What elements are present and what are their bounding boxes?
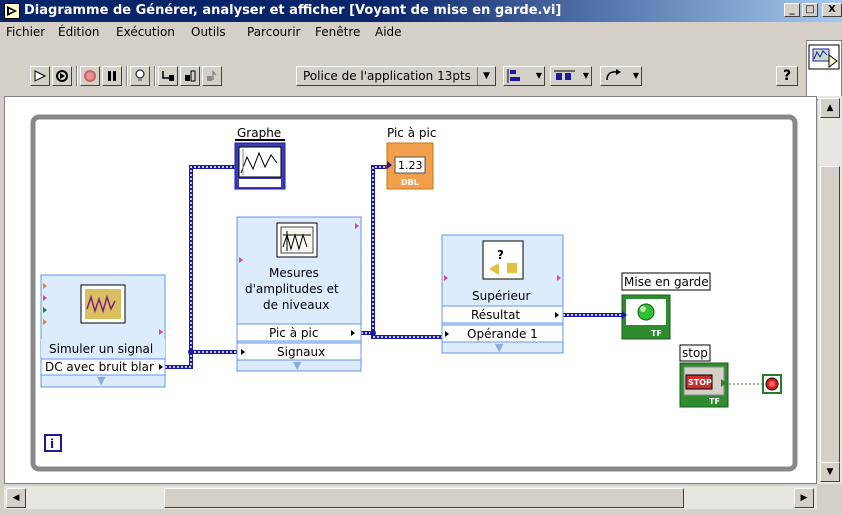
- step-out-icon: [207, 70, 217, 81]
- measure-title-2: d'amplitudes et: [245, 282, 339, 296]
- highlight-execution-button[interactable]: [130, 66, 150, 86]
- vi-icon: [808, 44, 840, 70]
- measure-out-pic: Pic à pic: [269, 326, 318, 340]
- menu-bar: Fichier Édition Exécution Outils Parcour…: [0, 22, 805, 42]
- pause-icon: [108, 71, 116, 81]
- step-into-icon: [162, 71, 174, 81]
- expand-handle: ▼: [97, 374, 106, 387]
- font-select-value: Police de l'application 13pts: [303, 69, 471, 83]
- run-continuously-icon: [56, 70, 68, 82]
- abort-button[interactable]: [80, 66, 100, 86]
- iteration-label: i: [50, 437, 54, 451]
- scroll-right-button[interactable]: ▶: [794, 488, 814, 508]
- align-objects-button[interactable]: ▼: [503, 66, 545, 86]
- distribute-objects-button[interactable]: ▼: [550, 66, 592, 86]
- title-bar[interactable]: Diagramme de Générer, analyser et affich…: [0, 0, 842, 22]
- block-diagram-canvas[interactable]: i Graphe Pic à pic 1.23 DBL Simuler un s…: [4, 96, 817, 484]
- graph-terminal[interactable]: [234, 142, 286, 190]
- chevron-down-icon: ▼: [632, 71, 639, 80]
- pic-a-pic-label: Pic à pic: [387, 126, 436, 140]
- greater-result: Résultat: [471, 308, 520, 322]
- run-continuously-button[interactable]: [52, 66, 72, 86]
- font-select[interactable]: Police de l'application 13pts ▼: [296, 66, 496, 86]
- chevron-down-icon: ▼: [535, 71, 542, 80]
- labview-icon: [4, 3, 20, 19]
- help-button[interactable]: ?: [776, 66, 798, 86]
- menu-parcourir[interactable]: Parcourir: [247, 25, 300, 39]
- scroll-left-button[interactable]: ◀: [6, 488, 26, 508]
- stop-button-text: STOP: [688, 378, 712, 387]
- expand-handle: ▼: [495, 341, 504, 354]
- simulate-title: Simuler un signal: [49, 342, 153, 356]
- minimize-button[interactable]: _: [784, 3, 800, 17]
- simulate-signal-express-vi[interactable]: Simuler un signal DC avec bruit blar ▼: [40, 274, 166, 388]
- menu-fenetre[interactable]: Fenêtre: [315, 25, 360, 39]
- scroll-down-button[interactable]: ▼: [820, 462, 840, 482]
- align-icon: [507, 69, 520, 83]
- vertical-scroll-thumb[interactable]: [820, 166, 840, 466]
- greater-than-express-vi[interactable]: ? Supérieur Résultat Opérande 1 ▼: [441, 234, 564, 354]
- loop-condition-terminal[interactable]: [762, 374, 782, 394]
- toolbar-separator: [76, 66, 78, 86]
- measure-title-1: Mesures: [269, 266, 319, 280]
- horizontal-scrollbar[interactable]: ◀ ▶: [4, 486, 817, 509]
- horizontal-scroll-thumb[interactable]: [164, 488, 684, 508]
- reorder-button[interactable]: ▼: [600, 66, 642, 86]
- chevron-down-icon: ▼: [582, 71, 589, 80]
- menu-edition[interactable]: Édition: [58, 25, 100, 39]
- scroll-up-button[interactable]: ▲: [820, 98, 840, 118]
- maximize-button[interactable]: □: [802, 3, 818, 17]
- pic-indicator-value: 1.23: [398, 159, 423, 172]
- window-title: Diagramme de Générer, analyser et affich…: [24, 3, 562, 18]
- menu-fichier[interactable]: Fichier: [6, 25, 45, 39]
- measure-title-3: de niveaux: [263, 298, 329, 312]
- alert-label: Mise en garde: [624, 275, 709, 289]
- chevron-down-icon: ▼: [477, 67, 495, 85]
- simulate-param: DC avec bruit blar: [45, 360, 154, 374]
- vertical-scrollbar[interactable]: ▲ ▼: [818, 96, 842, 484]
- help-icon: ?: [783, 68, 792, 84]
- distribute-icon: [554, 70, 575, 80]
- lightbulb-icon: [135, 69, 145, 81]
- block-diagram: i Graphe Pic à pic 1.23 DBL Simuler un s…: [30, 114, 798, 472]
- expand-handle: ▼: [293, 359, 302, 372]
- menu-aide[interactable]: Aide: [375, 25, 402, 39]
- pic-indicator-type: DBL: [401, 178, 419, 187]
- stop-type: TF: [709, 397, 720, 406]
- greater-operand: Opérande 1: [467, 327, 538, 341]
- menu-execution[interactable]: Exécution: [116, 25, 175, 39]
- svg-text:?: ?: [497, 248, 504, 262]
- alert-type: TF: [651, 329, 662, 338]
- pic-a-pic-indicator[interactable]: 1.23 DBL: [386, 142, 434, 190]
- vi-icon-pane[interactable]: [806, 40, 842, 100]
- step-into-button[interactable]: [158, 66, 178, 86]
- pause-button[interactable]: [102, 66, 122, 86]
- abort-icon: [84, 70, 96, 82]
- close-button[interactable]: X: [822, 3, 842, 17]
- step-over-icon: [185, 70, 196, 82]
- step-over-button[interactable]: [180, 66, 200, 86]
- amplitude-measurements-express-vi[interactable]: Mesures d'amplitudes et de niveaux Pic à…: [236, 216, 362, 372]
- step-out-button[interactable]: [202, 66, 222, 86]
- menu-outils[interactable]: Outils: [191, 25, 226, 39]
- stop-label: stop: [682, 346, 708, 360]
- toolbar-separator: [154, 66, 156, 86]
- graph-label: Graphe: [237, 126, 281, 140]
- toolbar-separator: [126, 66, 128, 86]
- stop-button-control[interactable]: STOP TF: [679, 362, 729, 408]
- greater-title: Supérieur: [472, 289, 530, 303]
- alert-led-indicator[interactable]: TF: [621, 294, 671, 340]
- run-button[interactable]: [30, 66, 50, 86]
- reorder-icon: [606, 69, 621, 81]
- measure-in-signals: Signaux: [277, 345, 325, 359]
